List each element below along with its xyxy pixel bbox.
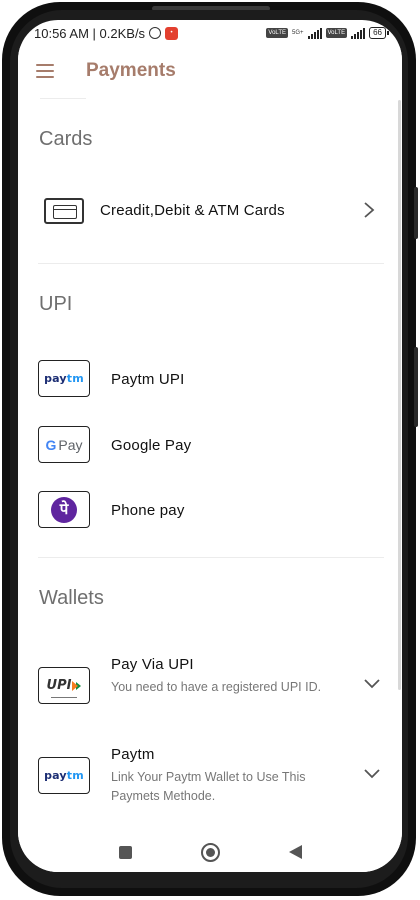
card-payment-row[interactable]: Creadit,Debit & ATM Cards xyxy=(18,190,402,230)
notification-app-icon: • xyxy=(165,26,179,40)
divider xyxy=(38,263,384,264)
chevron-down-icon[interactable] xyxy=(363,768,381,780)
signal-icon-2 xyxy=(351,27,366,39)
volume-button xyxy=(414,187,418,239)
alarm-icon xyxy=(149,27,162,39)
app-bar: Payments xyxy=(18,46,402,98)
wallet-item-upi[interactable]: UPI Pay Via UPI You need to have a regis… xyxy=(18,656,402,722)
wallet-item-paytm[interactable]: paytm Paytm Link Your Paytm Wallet to Us… xyxy=(18,746,402,812)
circle-home-icon[interactable] xyxy=(201,843,220,862)
upi-item-label: Google Pay xyxy=(111,437,192,454)
signal-icon xyxy=(307,27,322,39)
phone-frame: 10:56 AM | 0.2KB/s • VoLTE 5G+ VoLTE 66 … xyxy=(2,2,418,896)
screen: 10:56 AM | 0.2KB/s • VoLTE 5G+ VoLTE 66 … xyxy=(18,20,402,872)
status-right: VoLTE 5G+ VoLTE 66 xyxy=(266,27,389,39)
wallet-item-label: Paytm xyxy=(111,746,155,763)
wallet-item-description: You need to have a registered UPI ID. xyxy=(111,680,322,694)
card-payment-label: Creadit,Debit & ATM Cards xyxy=(100,202,285,219)
paytm-logo: paytm xyxy=(38,360,90,397)
faint-divider xyxy=(40,98,86,99)
status-time: 10:56 AM | 0.2KB/s xyxy=(34,25,146,41)
volte-tag-2: VoLTE xyxy=(325,28,348,38)
upi-item-label: Paytm UPI xyxy=(111,371,185,388)
google-pay-logo: G Pay xyxy=(38,426,90,463)
phonepe-logo: पे xyxy=(38,491,90,528)
hamburger-menu-icon[interactable] xyxy=(36,64,54,78)
square-recents-icon[interactable] xyxy=(119,846,132,859)
5g-tag: 5G+ xyxy=(292,30,304,36)
system-nav-bar xyxy=(18,832,402,872)
battery-icon: 66 xyxy=(369,27,389,39)
status-bar: 10:56 AM | 0.2KB/s • VoLTE 5G+ VoLTE 66 xyxy=(18,20,402,46)
wallet-item-description: Link Your Paytm Wallet to Use This Payme… xyxy=(111,770,306,803)
triangle-back-icon[interactable] xyxy=(289,845,302,859)
wallet-item-label: Pay Via UPI xyxy=(111,656,194,673)
divider xyxy=(38,557,384,558)
chevron-down-icon[interactable] xyxy=(363,678,381,690)
upi-item-paytm[interactable]: paytm Paytm UPI xyxy=(18,360,402,398)
paytm-logo: paytm xyxy=(38,757,90,794)
section-title-upi: UPI xyxy=(39,293,73,315)
upi-item-label: Phone pay xyxy=(111,502,185,519)
section-title-cards: Cards xyxy=(39,128,93,150)
page-title: Payments xyxy=(86,60,176,81)
chevron-right-icon[interactable] xyxy=(362,200,376,220)
upi-logo: UPI xyxy=(38,667,90,704)
volte-tag: VoLTE xyxy=(266,28,288,38)
power-button xyxy=(414,347,418,427)
credit-card-icon xyxy=(38,192,90,229)
upi-item-phonepe[interactable]: पे Phone pay xyxy=(18,491,402,529)
section-title-wallets: Wallets xyxy=(39,587,104,609)
status-left: 10:56 AM | 0.2KB/s • xyxy=(34,25,179,41)
upi-item-google-pay[interactable]: G Pay Google Pay xyxy=(18,426,402,464)
